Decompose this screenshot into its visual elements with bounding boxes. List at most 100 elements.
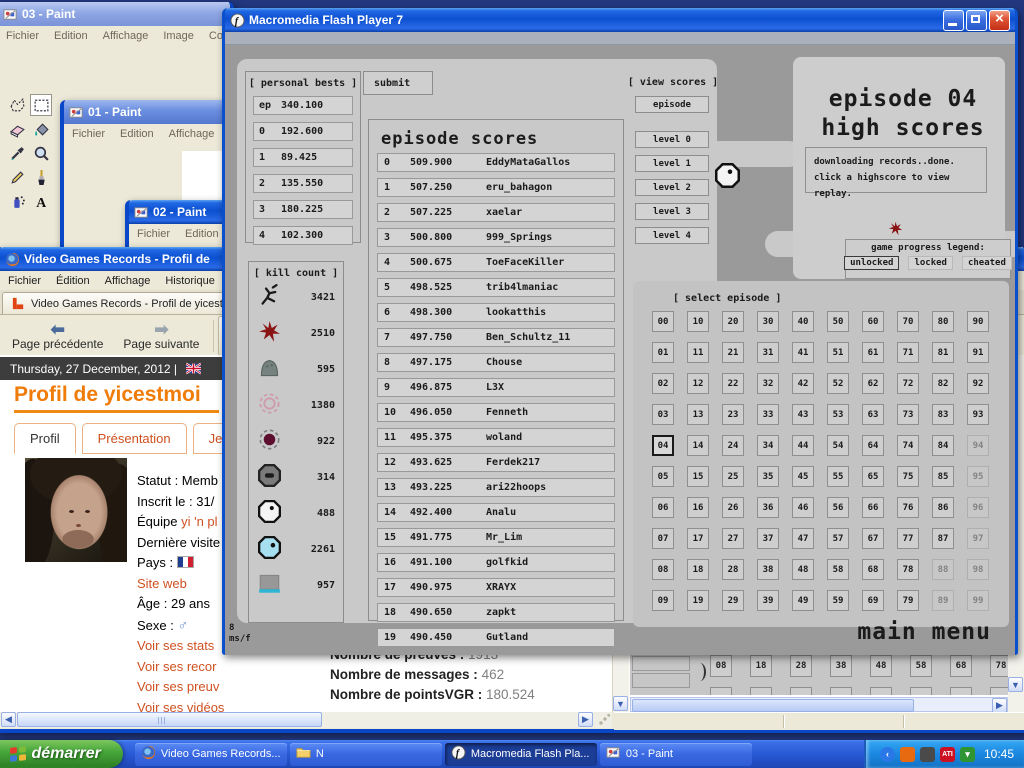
episode-cell-61[interactable]: 61 [862, 342, 884, 363]
profile-tab-1[interactable]: Présentation [82, 423, 187, 454]
episode-cell-92[interactable]: 92 [967, 373, 989, 394]
embedded-episode-cell-48[interactable]: 48 [870, 655, 892, 677]
score-row[interactable]: 9496.875L3X [377, 378, 615, 397]
taskbar-item-n[interactable]: N [290, 743, 442, 766]
view-episode-button[interactable]: episode [635, 96, 709, 113]
episode-cell-44[interactable]: 44 [792, 435, 814, 456]
text-tool-icon[interactable]: A [30, 190, 52, 212]
menu-item-historique[interactable]: Historique [165, 275, 215, 287]
submit-button[interactable]: submit [363, 71, 433, 95]
profile-link[interactable]: Voir ses preuv [137, 679, 219, 694]
menu-item-fichier[interactable]: Fichier [137, 228, 170, 240]
menu-item-fichier[interactable]: Fichier [8, 275, 41, 287]
episode-cell-46[interactable]: 46 [792, 497, 814, 518]
score-row[interactable]: 17490.975XRAYX [377, 578, 615, 597]
menu-item-edition[interactable]: Edition [120, 128, 154, 140]
scrollbar-thumb[interactable] [17, 712, 322, 727]
language-tray-icon[interactable]: ▾ [960, 747, 975, 762]
episode-cell-52[interactable]: 52 [827, 373, 849, 394]
menu-item-fichier[interactable]: Fichier [72, 128, 105, 140]
episode-cell-43[interactable]: 43 [792, 404, 814, 425]
episode-cell-17[interactable]: 17 [687, 528, 709, 549]
episode-cell-41[interactable]: 41 [792, 342, 814, 363]
scroll-down-button[interactable]: ▼ [613, 696, 628, 711]
pointer-tray-icon[interactable] [920, 747, 935, 762]
taskbar-item-03-paint[interactable]: 03 - Paint [600, 743, 752, 766]
episode-cell-06[interactable]: 06 [652, 497, 674, 518]
scroll-right-button[interactable]: ▶ [578, 712, 593, 727]
episode-cell-45[interactable]: 45 [792, 466, 814, 487]
embedded-episode-cell-68[interactable]: 68 [950, 655, 972, 677]
score-row[interactable]: 8497.175Chouse [377, 353, 615, 372]
episode-cell-29[interactable]: 29 [722, 590, 744, 611]
embedded-horizontal-scrollbar[interactable]: ▶ [630, 697, 1008, 712]
score-row[interactable]: 7497.750Ben_Schultz_11 [377, 328, 615, 347]
menu-item-edition[interactable]: Edition [185, 228, 219, 240]
episode-cell-67[interactable]: 67 [862, 528, 884, 549]
score-row[interactable]: 2507.225xaelar [377, 203, 615, 222]
episode-cell-23[interactable]: 23 [722, 404, 744, 425]
menu-item-fichier[interactable]: Fichier [6, 30, 39, 42]
episode-cell-00[interactable]: 00 [652, 311, 674, 332]
minimize-button[interactable] [943, 10, 964, 31]
episode-cell-89[interactable]: 89 [932, 590, 954, 611]
episode-cell-39[interactable]: 39 [757, 590, 779, 611]
episode-cell-74[interactable]: 74 [897, 435, 919, 456]
episode-cell-37[interactable]: 37 [757, 528, 779, 549]
episode-cell-87[interactable]: 87 [932, 528, 954, 549]
pencil-icon[interactable] [6, 166, 28, 188]
taskbar-item-macromedia-flash-pla-[interactable]: fMacromedia Flash Pla... [445, 743, 597, 766]
episode-cell-75[interactable]: 75 [897, 466, 919, 487]
taskbar-item-video-games-records-[interactable]: Video Games Records... [135, 743, 287, 766]
episode-cell-33[interactable]: 33 [757, 404, 779, 425]
episode-cell-07[interactable]: 07 [652, 528, 674, 549]
episode-cell-35[interactable]: 35 [757, 466, 779, 487]
episode-cell-96[interactable]: 96 [967, 497, 989, 518]
rect-select-icon[interactable] [30, 94, 52, 116]
brush-icon[interactable] [30, 166, 52, 188]
scrollbar-thumb[interactable] [632, 699, 914, 712]
episode-cell-71[interactable]: 71 [897, 342, 919, 363]
magnifier-icon[interactable] [30, 142, 52, 164]
freeform-select-icon[interactable] [6, 94, 28, 116]
ati-tray-icon[interactable]: ATI [940, 747, 955, 762]
episode-cell-03[interactable]: 03 [652, 404, 674, 425]
resize-grip[interactable] [598, 714, 610, 726]
legend-cheated-button[interactable]: cheated [962, 256, 1012, 270]
score-row[interactable]: 3500.800999_Springs [377, 228, 615, 247]
episode-cell-94[interactable]: 94 [967, 435, 989, 456]
score-row[interactable]: 19490.450Gutland [377, 628, 615, 647]
episode-cell-68[interactable]: 68 [862, 559, 884, 580]
episode-cell-62[interactable]: 62 [862, 373, 884, 394]
episode-cell-36[interactable]: 36 [757, 497, 779, 518]
episode-cell-25[interactable]: 25 [722, 466, 744, 487]
episode-cell-38[interactable]: 38 [757, 559, 779, 580]
episode-cell-54[interactable]: 54 [827, 435, 849, 456]
episode-cell-08[interactable]: 08 [652, 559, 674, 580]
score-row[interactable]: 13493.225ari22hoops [377, 478, 615, 497]
episode-cell-31[interactable]: 31 [757, 342, 779, 363]
score-row[interactable]: 16491.100golfkid [377, 553, 615, 572]
episode-cell-85[interactable]: 85 [932, 466, 954, 487]
fill-icon[interactable] [30, 118, 52, 140]
page-horizontal-scrollbar[interactable]: ◀ ▶ [0, 712, 612, 728]
start-button[interactable]: démarrer [0, 740, 123, 768]
episode-cell-20[interactable]: 20 [722, 311, 744, 332]
episode-cell-64[interactable]: 64 [862, 435, 884, 456]
episode-cell-49[interactable]: 49 [792, 590, 814, 611]
episode-cell-27[interactable]: 27 [722, 528, 744, 549]
view-level-button-2[interactable]: level 2 [635, 179, 709, 196]
episode-cell-48[interactable]: 48 [792, 559, 814, 580]
episode-cell-86[interactable]: 86 [932, 497, 954, 518]
profile-link[interactable]: Voir ses recor [137, 659, 216, 674]
episode-cell-04[interactable]: 04 [652, 435, 674, 456]
score-row[interactable]: 5498.525trib4lmaniac [377, 278, 615, 297]
legend-locked-button[interactable]: locked [908, 256, 953, 270]
episode-cell-11[interactable]: 11 [687, 342, 709, 363]
episode-cell-01[interactable]: 01 [652, 342, 674, 363]
episode-cell-88[interactable]: 88 [932, 559, 954, 580]
score-row[interactable]: 18490.650zapkt [377, 603, 615, 622]
view-level-button-4[interactable]: level 4 [635, 227, 709, 244]
profile-link[interactable]: Voir ses vidéos [137, 700, 224, 713]
scroll-down-button[interactable]: ▼ [1008, 677, 1023, 692]
